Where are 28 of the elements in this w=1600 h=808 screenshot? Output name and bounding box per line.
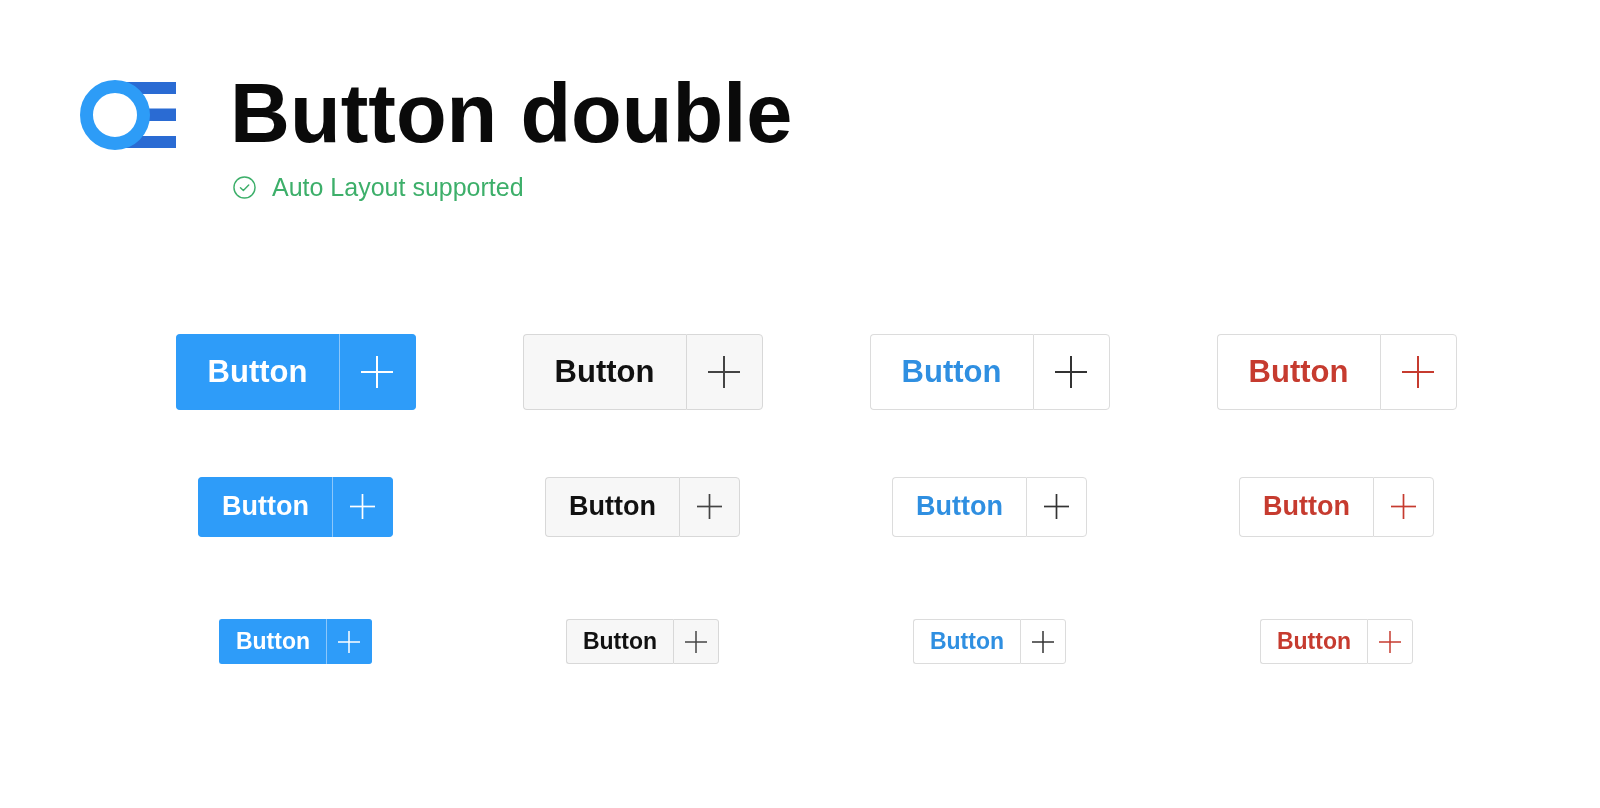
action-button[interactable]: Button bbox=[913, 619, 1020, 664]
action-button[interactable]: Button bbox=[1239, 476, 1373, 537]
plus-icon bbox=[1402, 355, 1434, 388]
plus-icon bbox=[338, 630, 360, 653]
page-title: Button double bbox=[230, 72, 793, 155]
plus-icon bbox=[697, 494, 722, 519]
check-circle-icon bbox=[233, 175, 256, 199]
plus-icon bbox=[1391, 494, 1416, 519]
action-button[interactable]: Button bbox=[175, 333, 339, 410]
plus-icon bbox=[1044, 494, 1069, 519]
action-button[interactable]: Button bbox=[545, 476, 679, 537]
action-button[interactable]: Button bbox=[869, 333, 1033, 410]
logo-icon bbox=[80, 80, 176, 150]
action-button[interactable]: Button bbox=[198, 476, 332, 537]
subtitle: Auto Layout supported bbox=[272, 172, 524, 202]
plus-icon bbox=[1379, 630, 1401, 653]
action-button[interactable]: Button bbox=[566, 619, 673, 664]
plus-icon bbox=[708, 355, 740, 388]
action-button[interactable]: Button bbox=[522, 333, 686, 410]
plus-icon bbox=[685, 630, 707, 653]
action-button[interactable]: Button bbox=[1216, 333, 1380, 410]
plus-icon bbox=[1055, 355, 1087, 388]
plus-icon bbox=[1032, 630, 1054, 653]
action-button[interactable]: Button bbox=[892, 476, 1026, 537]
action-button[interactable]: Button bbox=[219, 619, 326, 664]
action-button[interactable]: Button bbox=[1260, 619, 1367, 664]
plus-icon bbox=[361, 355, 393, 388]
plus-icon bbox=[350, 494, 375, 519]
